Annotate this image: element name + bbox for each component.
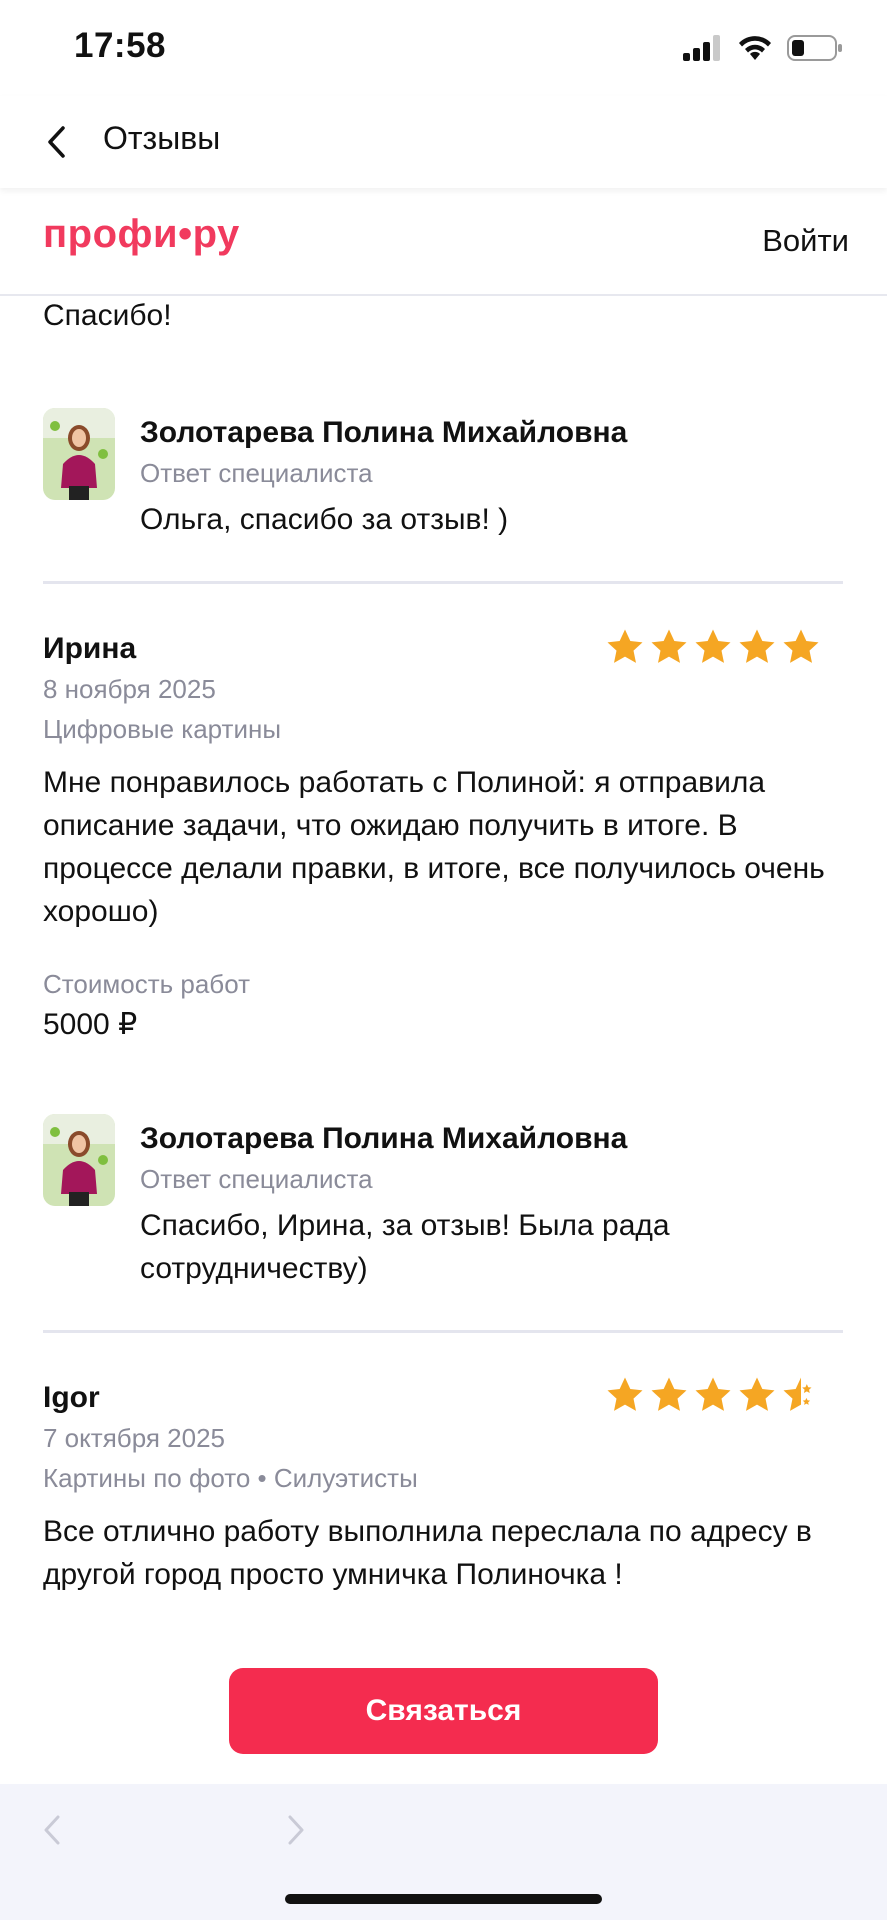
specialist-reply: Золотарева Полина Михайловна Ответ специ…	[43, 408, 843, 558]
star-icon	[695, 629, 731, 663]
chevron-left-icon	[44, 1815, 60, 1845]
action-bar: Связаться	[0, 1634, 887, 1784]
chevron-left-icon	[48, 126, 65, 158]
star-icon	[607, 1377, 643, 1411]
rating-stars	[605, 1375, 821, 1415]
reply-text: Спасибо, Ирина, за отзыв! Была рада сотр…	[140, 1209, 670, 1285]
half-star-icon	[783, 1377, 812, 1411]
price-label: Стоимость работ	[43, 969, 250, 999]
status-icons	[683, 32, 843, 64]
reply-author-name: Золотарева Полина Михайловна	[140, 416, 628, 449]
review-author: Igor	[43, 1381, 100, 1414]
profi-logo[interactable]: профи•ру	[43, 212, 240, 257]
browser-back-button[interactable]	[28, 1806, 76, 1854]
status-bar: 17:58	[0, 0, 887, 96]
star-icon	[739, 629, 775, 663]
home-indicator	[285, 1894, 602, 1904]
star-icon	[651, 629, 687, 663]
nav-header: Отзывы	[0, 96, 887, 188]
divider	[43, 1330, 843, 1333]
reply-text: Ольга, спасибо за отзыв! )	[140, 503, 509, 536]
rating-stars	[605, 627, 821, 667]
star-icon	[695, 1377, 731, 1411]
avatar	[43, 1114, 115, 1206]
reply-role: Ответ специалиста	[140, 1164, 373, 1194]
wifi-icon	[739, 36, 771, 60]
review-date: 8 ноября 2025	[43, 674, 216, 704]
review-text: Мне понравилось работать с Полиной: я от…	[43, 766, 825, 928]
site-header: профи•ру Войти	[0, 188, 887, 296]
chevron-right-icon	[288, 1815, 304, 1845]
avatar	[43, 408, 115, 500]
screen: 17:58 Отзывы профи•ру Войти Спасибо! Зол…	[0, 0, 887, 1920]
divider	[43, 581, 843, 584]
star-icon	[651, 1377, 687, 1411]
reply-role: Ответ специалиста	[140, 458, 373, 488]
review-author: Ирина	[43, 632, 137, 665]
reply-author-name: Золотарева Полина Михайловна	[140, 1122, 628, 1155]
review-category: Картины по фото • Силуэтисты	[43, 1463, 418, 1493]
login-link[interactable]: Войти	[762, 223, 849, 259]
review-text: Все отлично работу выполнила переслала п…	[43, 1515, 812, 1591]
star-icon	[739, 1377, 775, 1411]
status-time: 17:58	[74, 26, 167, 65]
review-category: Цифровые картины	[43, 714, 282, 744]
contact-button[interactable]: Связаться	[229, 1668, 658, 1754]
price-value: 5000 ₽	[43, 1008, 138, 1041]
back-button[interactable]	[28, 114, 84, 170]
browser-toolbar	[0, 1784, 887, 1920]
star-icon	[783, 629, 819, 663]
cellular-signal-icon	[683, 35, 720, 61]
review-date: 7 октября 2025	[43, 1423, 225, 1453]
specialist-reply: Золотарева Полина Михайловна Ответ специ…	[43, 1114, 843, 1314]
battery-icon	[787, 35, 842, 61]
browser-forward-button[interactable]	[272, 1806, 320, 1854]
star-icon	[607, 629, 643, 663]
previous-review-text: Спасибо!	[43, 299, 172, 332]
page-title: Отзывы	[103, 120, 221, 156]
